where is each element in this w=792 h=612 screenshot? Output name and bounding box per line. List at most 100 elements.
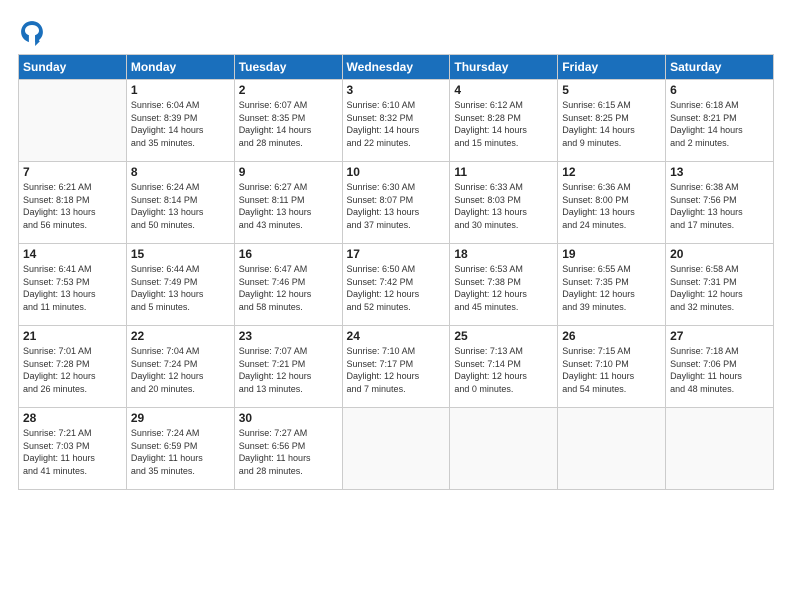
weekday-monday: Monday: [126, 55, 234, 80]
week-row-2: 7 Sunrise: 6:21 AM Sunset: 8:18 PM Daylig…: [19, 162, 774, 244]
day-info: Sunrise: 6:04 AM Sunset: 8:39 PM Dayligh…: [131, 99, 230, 149]
calendar-cell: [19, 80, 127, 162]
calendar-cell: [558, 408, 666, 490]
calendar-cell: 6Sunrise: 6:18 AM Sunset: 8:21 PM Daylig…: [666, 80, 774, 162]
day-number: 11: [454, 165, 553, 179]
calendar-cell: 20 Sunrise: 6:58 AM Sunset: 7:31 PM Dayli…: [666, 244, 774, 326]
day-info: Sunrise: 6:15 AM Sunset: 8:25 PM Dayligh…: [562, 99, 661, 149]
calendar-cell: [450, 408, 558, 490]
day-number: 25: [454, 329, 553, 343]
day-number: 20: [670, 247, 769, 261]
calendar-cell: 11 Sunrise: 6:33 AM Sunset: 8:03 PM Dayli…: [450, 162, 558, 244]
day-number: 19: [562, 247, 661, 261]
week-row-1: 1 Sunrise: 6:04 AM Sunset: 8:39 PM Daylig…: [19, 80, 774, 162]
logo: [18, 18, 50, 46]
day-info: Sunrise: 7:04 AM Sunset: 7:24 PM Dayligh…: [131, 345, 230, 395]
calendar-cell: 27Sunrise: 7:18 AM Sunset: 7:06 PM Dayli…: [666, 326, 774, 408]
day-number: 26: [562, 329, 661, 343]
day-number: 16: [239, 247, 338, 261]
calendar-cell: 2Sunrise: 6:07 AM Sunset: 8:35 PM Daylig…: [234, 80, 342, 162]
day-number: 9: [239, 165, 338, 179]
day-info: Sunrise: 6:58 AM Sunset: 7:31 PM Dayligh…: [670, 263, 769, 313]
calendar-cell: 30Sunrise: 7:27 AM Sunset: 6:56 PM Dayli…: [234, 408, 342, 490]
day-number: 17: [347, 247, 446, 261]
day-number: 29: [131, 411, 230, 425]
day-info: Sunrise: 7:01 AM Sunset: 7:28 PM Dayligh…: [23, 345, 122, 395]
header: [18, 18, 774, 46]
day-number: 27: [670, 329, 769, 343]
day-number: 13: [670, 165, 769, 179]
day-number: 5: [562, 83, 661, 97]
week-row-4: 21 Sunrise: 7:01 AM Sunset: 7:28 PM Dayli…: [19, 326, 774, 408]
calendar-cell: 9 Sunrise: 6:27 AM Sunset: 8:11 PM Daylig…: [234, 162, 342, 244]
day-info: Sunrise: 6:55 AM Sunset: 7:35 PM Dayligh…: [562, 263, 661, 313]
week-row-3: 14 Sunrise: 6:41 AM Sunset: 7:53 PM Dayli…: [19, 244, 774, 326]
calendar-cell: 24 Sunrise: 7:10 AM Sunset: 7:17 PM Dayli…: [342, 326, 450, 408]
week-row-5: 28 Sunrise: 7:21 AM Sunset: 7:03 PM Dayli…: [19, 408, 774, 490]
weekday-thursday: Thursday: [450, 55, 558, 80]
calendar-cell: 8Sunrise: 6:24 AM Sunset: 8:14 PM Daylig…: [126, 162, 234, 244]
day-info: Sunrise: 6:10 AM Sunset: 8:32 PM Dayligh…: [347, 99, 446, 149]
weekday-wednesday: Wednesday: [342, 55, 450, 80]
day-number: 21: [23, 329, 122, 343]
calendar-cell: [342, 408, 450, 490]
day-info: Sunrise: 7:15 AM Sunset: 7:10 PM Dayligh…: [562, 345, 661, 395]
calendar-cell: 25Sunrise: 7:13 AM Sunset: 7:14 PM Dayli…: [450, 326, 558, 408]
calendar-cell: 1 Sunrise: 6:04 AM Sunset: 8:39 PM Daylig…: [126, 80, 234, 162]
day-number: 15: [131, 247, 230, 261]
day-info: Sunrise: 7:24 AM Sunset: 6:59 PM Dayligh…: [131, 427, 230, 477]
calendar-cell: 14 Sunrise: 6:41 AM Sunset: 7:53 PM Dayli…: [19, 244, 127, 326]
day-number: 12: [562, 165, 661, 179]
calendar-cell: 23Sunrise: 7:07 AM Sunset: 7:21 PM Dayli…: [234, 326, 342, 408]
day-number: 28: [23, 411, 122, 425]
calendar-cell: 3 Sunrise: 6:10 AM Sunset: 8:32 PM Daylig…: [342, 80, 450, 162]
day-info: Sunrise: 7:10 AM Sunset: 7:17 PM Dayligh…: [347, 345, 446, 395]
day-info: Sunrise: 6:27 AM Sunset: 8:11 PM Dayligh…: [239, 181, 338, 231]
day-number: 3: [347, 83, 446, 97]
calendar-cell: 21 Sunrise: 7:01 AM Sunset: 7:28 PM Dayli…: [19, 326, 127, 408]
calendar-cell: 29 Sunrise: 7:24 AM Sunset: 6:59 PM Dayli…: [126, 408, 234, 490]
calendar-cell: 15Sunrise: 6:44 AM Sunset: 7:49 PM Dayli…: [126, 244, 234, 326]
calendar-cell: 16 Sunrise: 6:47 AM Sunset: 7:46 PM Dayli…: [234, 244, 342, 326]
day-info: Sunrise: 6:36 AM Sunset: 8:00 PM Dayligh…: [562, 181, 661, 231]
weekday-sunday: Sunday: [19, 55, 127, 80]
day-number: 24: [347, 329, 446, 343]
day-number: 1: [131, 83, 230, 97]
weekday-friday: Friday: [558, 55, 666, 80]
calendar-cell: 7 Sunrise: 6:21 AM Sunset: 8:18 PM Daylig…: [19, 162, 127, 244]
page: SundayMondayTuesdayWednesdayThursdayFrid…: [0, 0, 792, 612]
calendar-cell: 18 Sunrise: 6:53 AM Sunset: 7:38 PM Dayli…: [450, 244, 558, 326]
day-info: Sunrise: 6:33 AM Sunset: 8:03 PM Dayligh…: [454, 181, 553, 231]
day-number: 23: [239, 329, 338, 343]
calendar-cell: 13 Sunrise: 6:38 AM Sunset: 7:56 PM Dayli…: [666, 162, 774, 244]
day-info: Sunrise: 6:53 AM Sunset: 7:38 PM Dayligh…: [454, 263, 553, 313]
day-number: 2: [239, 83, 338, 97]
day-info: Sunrise: 6:30 AM Sunset: 8:07 PM Dayligh…: [347, 181, 446, 231]
day-info: Sunrise: 6:47 AM Sunset: 7:46 PM Dayligh…: [239, 263, 338, 313]
weekday-header-row: SundayMondayTuesdayWednesdayThursdayFrid…: [19, 55, 774, 80]
day-info: Sunrise: 6:50 AM Sunset: 7:42 PM Dayligh…: [347, 263, 446, 313]
day-number: 4: [454, 83, 553, 97]
day-info: Sunrise: 6:24 AM Sunset: 8:14 PM Dayligh…: [131, 181, 230, 231]
logo-icon: [18, 18, 46, 46]
weekday-saturday: Saturday: [666, 55, 774, 80]
day-info: Sunrise: 7:27 AM Sunset: 6:56 PM Dayligh…: [239, 427, 338, 477]
day-info: Sunrise: 6:18 AM Sunset: 8:21 PM Dayligh…: [670, 99, 769, 149]
day-info: Sunrise: 6:38 AM Sunset: 7:56 PM Dayligh…: [670, 181, 769, 231]
day-number: 7: [23, 165, 122, 179]
day-info: Sunrise: 6:21 AM Sunset: 8:18 PM Dayligh…: [23, 181, 122, 231]
calendar-table: SundayMondayTuesdayWednesdayThursdayFrid…: [18, 54, 774, 490]
day-info: Sunrise: 6:41 AM Sunset: 7:53 PM Dayligh…: [23, 263, 122, 313]
day-info: Sunrise: 7:21 AM Sunset: 7:03 PM Dayligh…: [23, 427, 122, 477]
day-number: 18: [454, 247, 553, 261]
calendar-cell: 26 Sunrise: 7:15 AM Sunset: 7:10 PM Dayli…: [558, 326, 666, 408]
calendar-cell: 22Sunrise: 7:04 AM Sunset: 7:24 PM Dayli…: [126, 326, 234, 408]
calendar-cell: 12 Sunrise: 6:36 AM Sunset: 8:00 PM Dayli…: [558, 162, 666, 244]
calendar-cell: 10Sunrise: 6:30 AM Sunset: 8:07 PM Dayli…: [342, 162, 450, 244]
calendar-cell: 5 Sunrise: 6:15 AM Sunset: 8:25 PM Daylig…: [558, 80, 666, 162]
calendar-cell: 17 Sunrise: 6:50 AM Sunset: 7:42 PM Dayli…: [342, 244, 450, 326]
calendar-cell: 28 Sunrise: 7:21 AM Sunset: 7:03 PM Dayli…: [19, 408, 127, 490]
day-info: Sunrise: 6:12 AM Sunset: 8:28 PM Dayligh…: [454, 99, 553, 149]
day-number: 14: [23, 247, 122, 261]
calendar-cell: [666, 408, 774, 490]
